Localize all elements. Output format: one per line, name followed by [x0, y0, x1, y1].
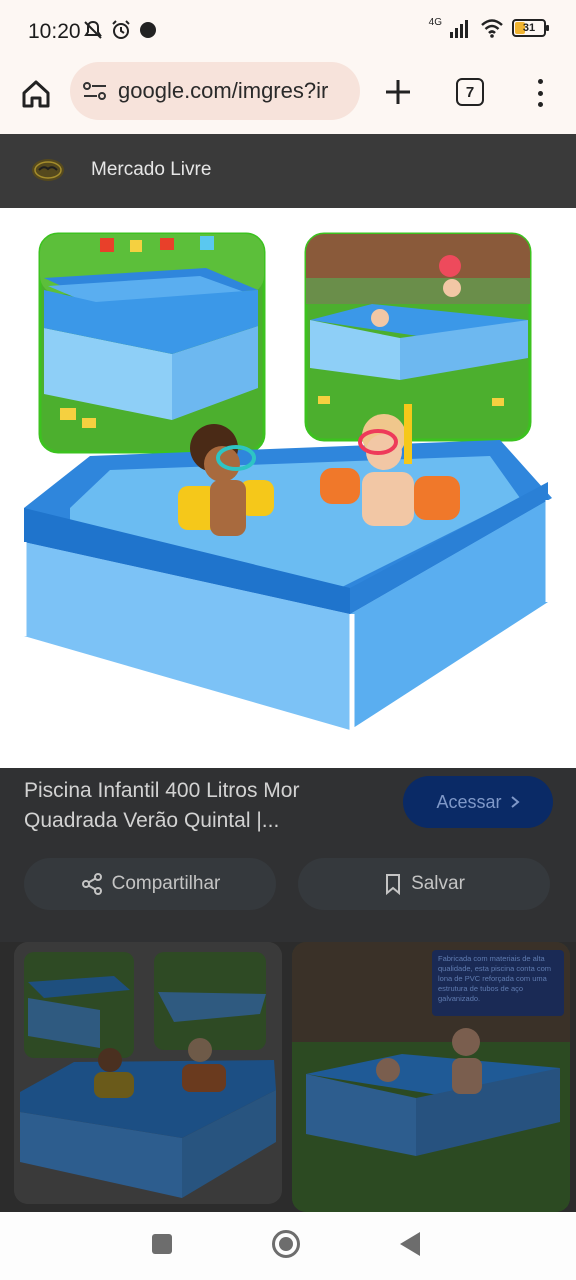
- visit-button[interactable]: Acessar: [403, 776, 553, 828]
- site-header: Mercado Livre: [0, 134, 576, 208]
- more-vert-icon[interactable]: [528, 76, 552, 110]
- battery-icon: 31: [512, 19, 549, 37]
- related-thumbnail-2[interactable]: Fabricada com materiais de alta qualidad…: [292, 942, 570, 1212]
- share-label: Compartilhar: [111, 873, 221, 894]
- plus-icon[interactable]: [380, 74, 416, 110]
- related-caption: Fabricada com materiais de alta qualidad…: [432, 950, 564, 1016]
- related-thumbnail-1[interactable]: [14, 942, 282, 1204]
- record-dot-icon: [140, 22, 156, 38]
- status-bar: 10:20 4G 31: [0, 0, 576, 62]
- chevron-right-icon: [510, 796, 520, 808]
- inset-left-image: [38, 232, 266, 454]
- tabs-icon[interactable]: 7: [456, 78, 484, 106]
- status-right: 4G 31: [428, 16, 549, 38]
- home-nav-icon[interactable]: [272, 1230, 300, 1258]
- status-time: 10:20: [28, 20, 81, 43]
- mute-icon: [84, 20, 102, 39]
- save-label: Salvar: [411, 873, 465, 894]
- system-nav-bar: [0, 1212, 576, 1280]
- mercado-livre-logo: [32, 159, 64, 181]
- status-icons-left: [82, 19, 158, 41]
- product-title[interactable]: Piscina Infantil 400 Litros Mor Quadrada…: [24, 776, 384, 836]
- network-label: 4G: [428, 16, 442, 28]
- wifi-icon: [481, 19, 503, 38]
- recents-icon[interactable]: [152, 1234, 172, 1254]
- inset-right-image: [304, 232, 532, 442]
- share-icon: [81, 873, 102, 895]
- battery-level: 31: [522, 22, 536, 34]
- alarm-icon: [112, 20, 130, 39]
- main-pool: [21, 404, 552, 736]
- pool-illustration: [21, 232, 552, 736]
- signal-icon: [450, 20, 468, 38]
- browser-toolbar: google.com/imgres?ir 7: [0, 62, 576, 134]
- product-image[interactable]: [0, 208, 576, 768]
- save-button[interactable]: Salvar: [298, 858, 550, 910]
- url-text: google.com/imgres?ir: [118, 78, 329, 103]
- back-icon[interactable]: [400, 1232, 420, 1256]
- address-bar[interactable]: google.com/imgres?ir: [70, 62, 360, 120]
- site-settings-icon[interactable]: [82, 80, 108, 102]
- result-info: Piscina Infantil 400 Litros Mor Quadrada…: [0, 768, 576, 942]
- share-button[interactable]: Compartilhar: [24, 858, 276, 910]
- tab-count: 7: [465, 83, 475, 101]
- site-name: Mercado Livre: [91, 159, 212, 180]
- bookmark-icon: [386, 874, 401, 896]
- related-results: Fabricada com materiais de alta qualidad…: [0, 942, 576, 1212]
- home-icon[interactable]: [18, 76, 54, 112]
- visit-label: Acessar: [436, 791, 502, 812]
